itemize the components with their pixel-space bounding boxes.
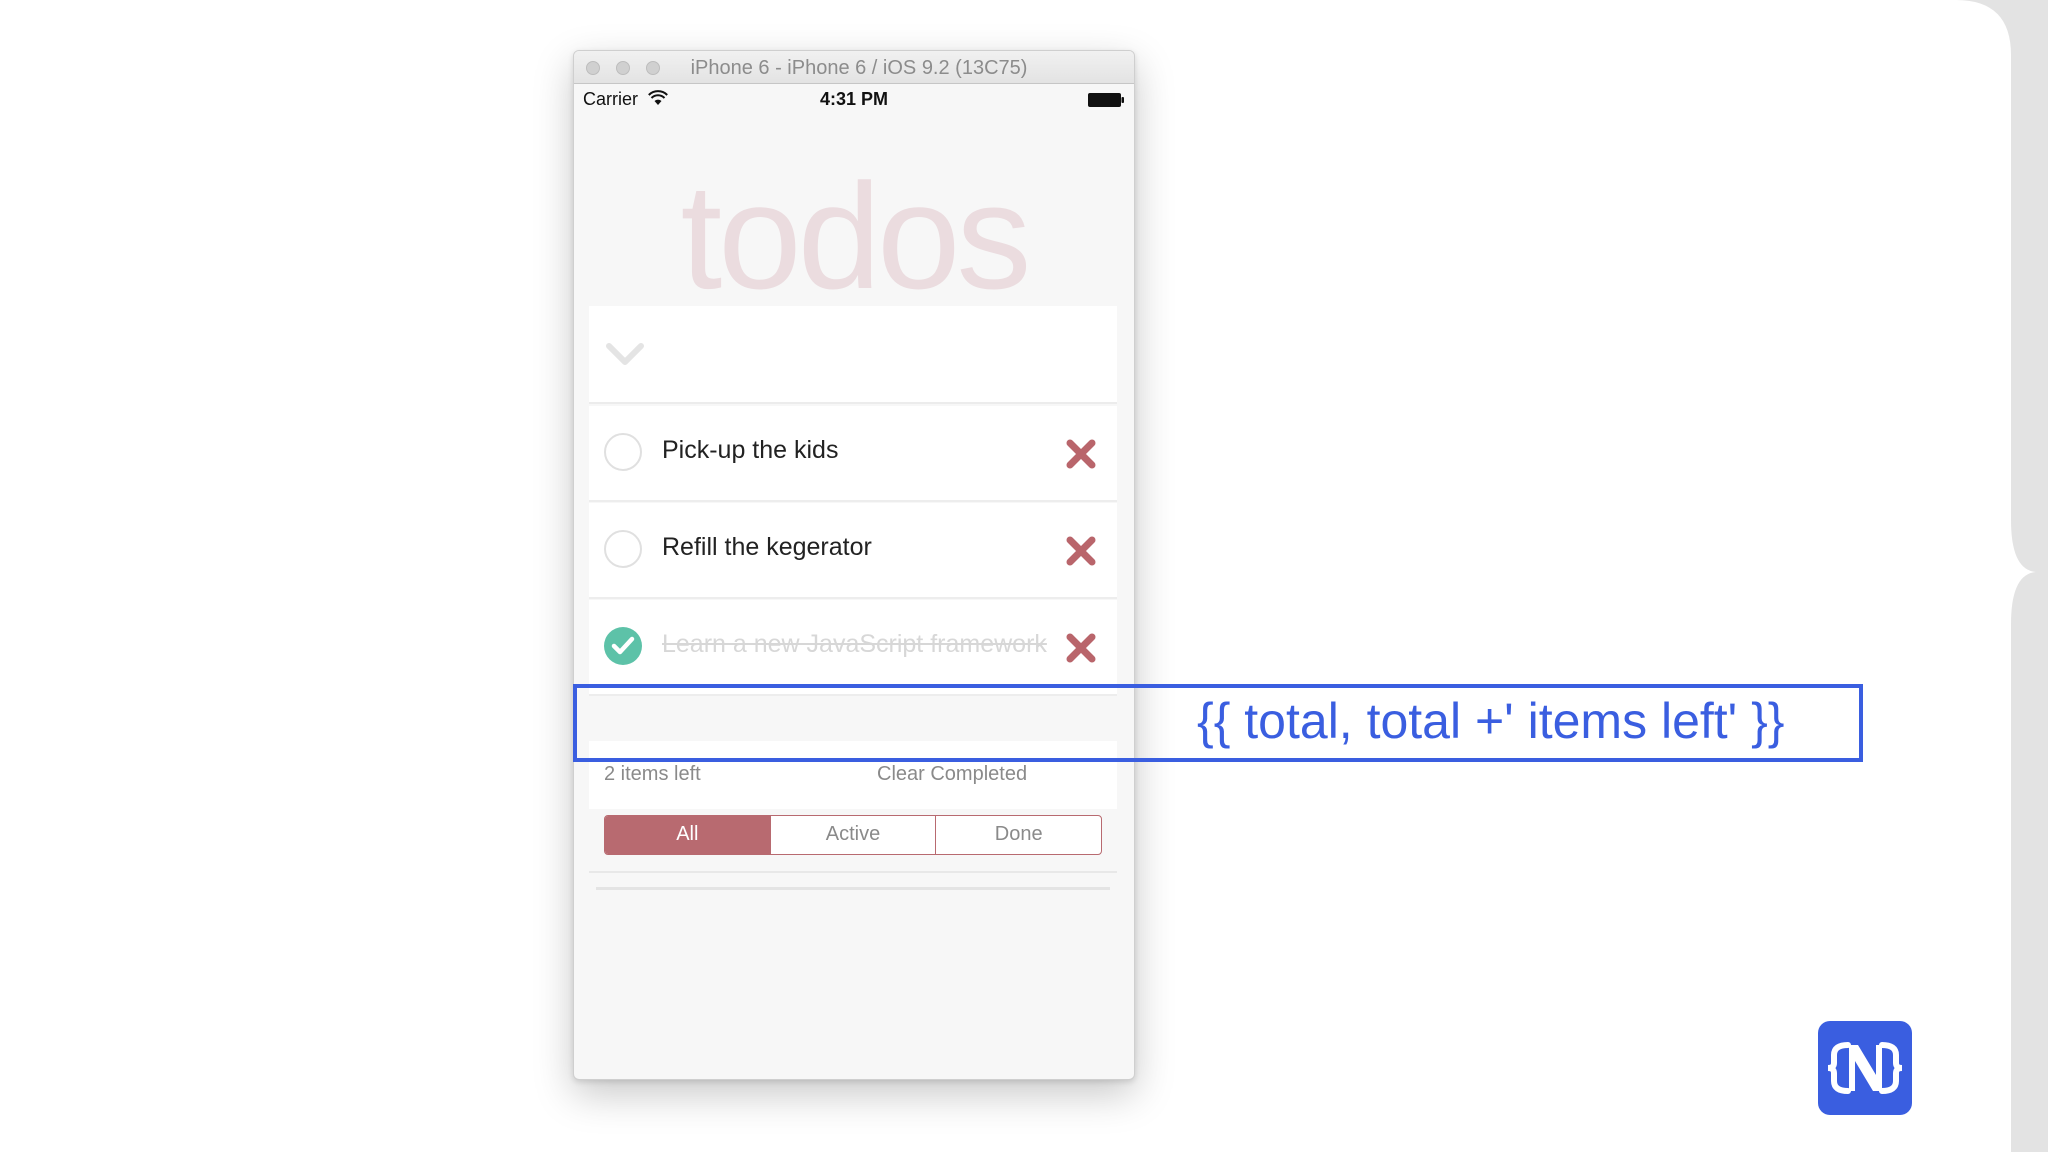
nativescript-logo-icon (1818, 1021, 1912, 1115)
new-todo-input[interactable] (589, 306, 1117, 404)
todo-label: Pick-up the kids (662, 436, 839, 464)
simulator-window: iPhone 6 - iPhone 6 / iOS 9.2 (13C75) Ca… (573, 50, 1135, 1080)
todo-item[interactable]: Refill the kegerator (589, 503, 1117, 599)
filter-segmented-control: All Active Done (604, 815, 1102, 855)
filter-tab-all[interactable]: All (605, 816, 770, 854)
todo-list: Pick-up the kids Refill the kegerator Le… (589, 406, 1117, 697)
checkmark-icon (611, 636, 635, 655)
battery-icon (1088, 93, 1124, 107)
list-shelf-divider (596, 887, 1110, 890)
todo-label-completed: Learn a new JavaScript framework (662, 630, 1047, 658)
delete-x-icon[interactable] (1065, 535, 1097, 567)
simulator-titlebar: iPhone 6 - iPhone 6 / iOS 9.2 (13C75) (574, 51, 1134, 84)
todo-toggle-checkbox[interactable] (604, 530, 642, 568)
todo-item[interactable]: Pick-up the kids (589, 406, 1117, 502)
chevron-down-icon[interactable] (605, 340, 645, 368)
delete-x-icon[interactable] (1065, 438, 1097, 470)
decorative-side-shape (1956, 0, 2048, 1152)
items-left-count: 2 items left (604, 763, 701, 785)
status-time: 4:31 PM (819, 89, 889, 109)
window-title: iPhone 6 - iPhone 6 / iOS 9.2 (13C75) (690, 57, 1028, 79)
ios-status-bar: Carrier 4:31 PM (574, 84, 1134, 114)
filter-tab-active[interactable]: Active (769, 816, 936, 854)
delete-x-icon[interactable] (1065, 632, 1097, 664)
filter-tab-done[interactable]: Done (935, 816, 1101, 854)
clear-completed-button[interactable]: Clear Completed (877, 763, 1027, 786)
annotation-code: {{ total, total +' items left' }} (1197, 693, 1785, 749)
todo-toggle-checkbox-checked[interactable] (604, 627, 642, 665)
todo-label: Refill the kegerator (662, 533, 872, 561)
list-shelf-divider (589, 871, 1117, 873)
todo-toggle-checkbox[interactable] (604, 433, 642, 471)
app-title: todos (680, 152, 1032, 320)
todo-item[interactable]: Learn a new JavaScript framework (589, 600, 1117, 696)
